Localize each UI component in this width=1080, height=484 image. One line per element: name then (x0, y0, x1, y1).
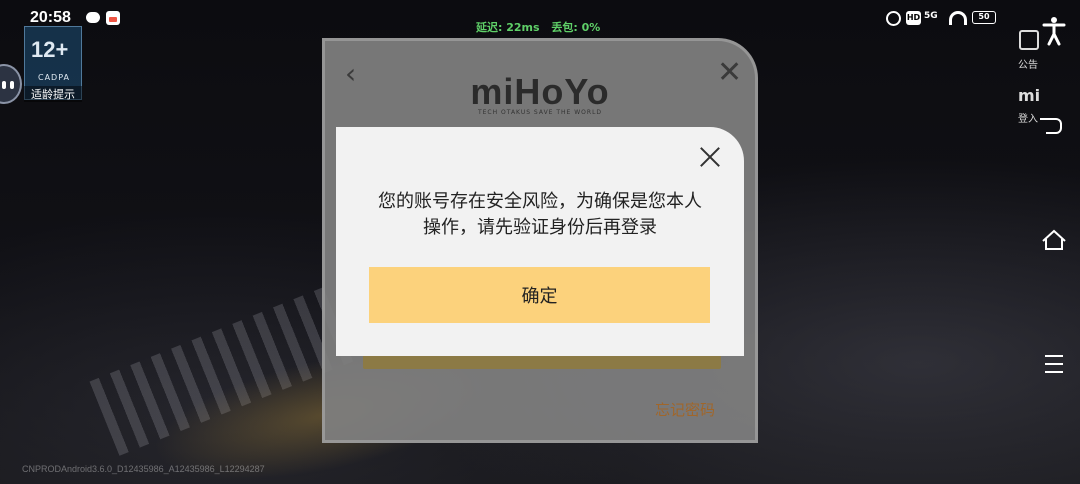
network-info: 延迟: 22ms 丢包: 0% (476, 19, 608, 35)
confirm-button[interactable]: 确定 (369, 267, 710, 323)
mihoyo-logo: miHoYo TECH OTAKUS SAVE THE WORLD (465, 71, 615, 116)
login-close-icon[interactable]: ✕ (717, 55, 742, 90)
dialog-message: 您的账号存在安全风险，为确保是您本人操作，请先验证身份后再登录 (378, 191, 702, 238)
age-rating-org: CADPA (37, 73, 70, 82)
navigation-bar (1028, 0, 1080, 484)
age-rating-tip[interactable]: 适龄提示 (24, 86, 82, 102)
signal-icon: 5G (924, 11, 938, 21)
back-icon[interactable] (1036, 108, 1072, 144)
battery-icon: 50 (972, 11, 996, 24)
status-time: 20:58 (30, 9, 71, 26)
alarm-icon (886, 11, 901, 26)
accessibility-icon[interactable] (1036, 12, 1072, 48)
chevron-left-icon[interactable]: ‹ (345, 57, 356, 90)
system-icons: HD 5G 50 (886, 11, 998, 27)
packet-loss-text: 丢包: 0% (551, 21, 601, 34)
home-icon[interactable] (1036, 222, 1072, 258)
forgot-password-link[interactable]: 忘记密码 (655, 399, 715, 420)
close-icon[interactable] (698, 145, 722, 169)
hd-icon: HD (906, 11, 921, 25)
app-icon (106, 11, 120, 25)
age-rating-number: 12+ (31, 37, 69, 62)
recent-apps-icon[interactable] (1036, 346, 1072, 382)
latency-text: 延迟: 22ms (476, 21, 540, 34)
message-icon (86, 12, 100, 23)
security-alert-dialog: 您的账号存在安全风险，为确保是您本人操作，请先验证身份后再登录 确定 (336, 127, 744, 356)
logo-slogan: TECH OTAKUS SAVE THE WORLD (477, 109, 603, 116)
status-bar: 20:58 延迟: 22ms 丢包: 0% HD 5G 50 (0, 0, 1080, 34)
wifi-icon (949, 11, 967, 25)
logo-text: miHoYo (470, 71, 610, 112)
build-info: CNPRODAndroid3.6.0_D12435986_A12435986_L… (22, 464, 265, 474)
